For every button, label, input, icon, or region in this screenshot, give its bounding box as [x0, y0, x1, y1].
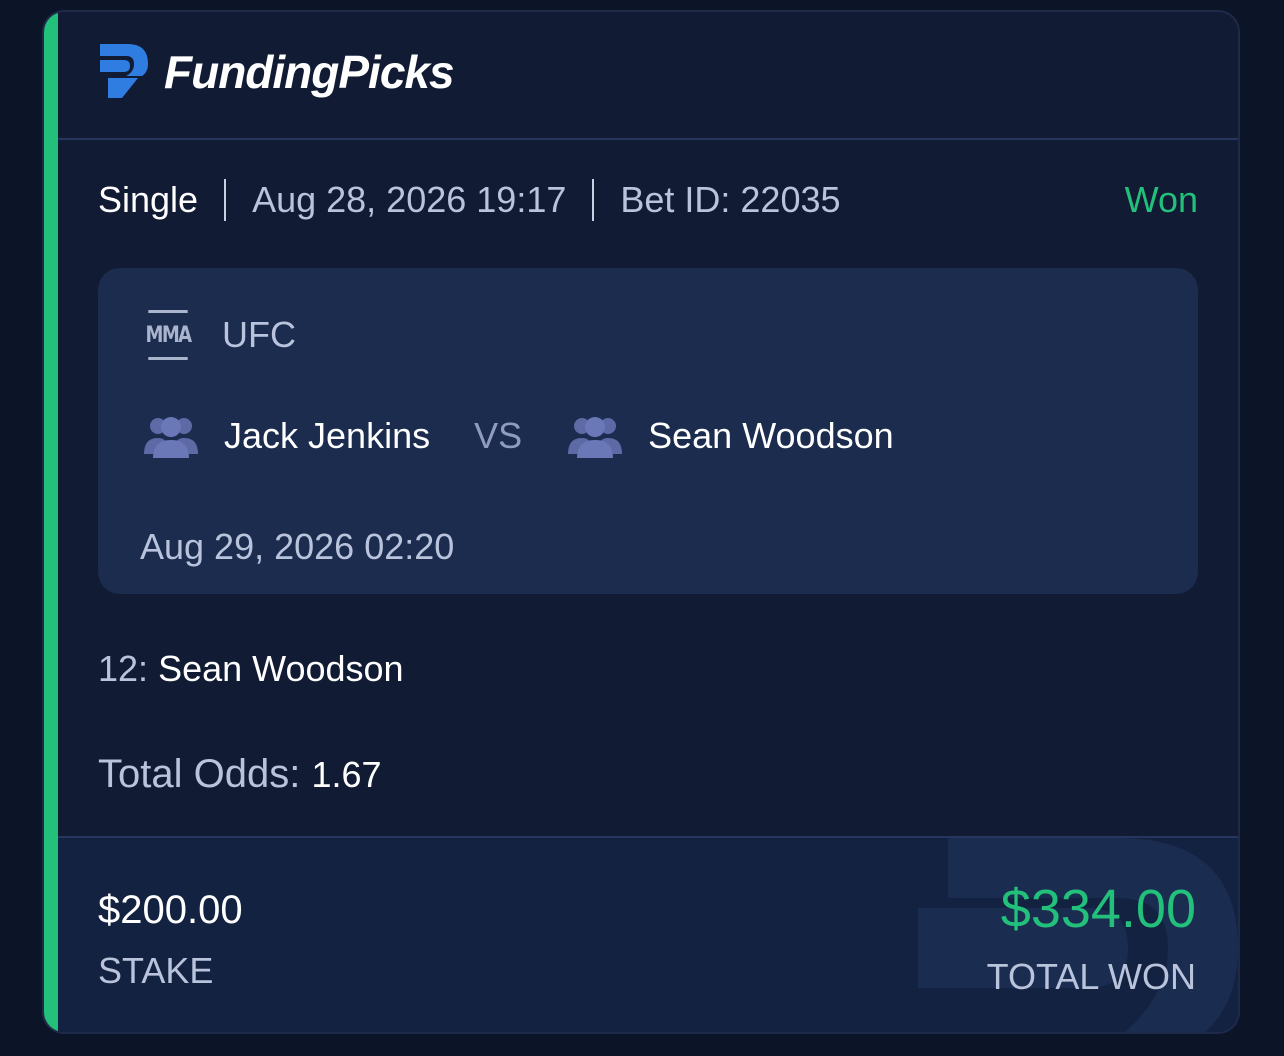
- total-won-label: TOTAL WON: [986, 956, 1196, 997]
- league-row: MMA UFC: [144, 310, 296, 360]
- team-icon: [566, 412, 624, 460]
- fundingpicks-logo-icon: [98, 42, 152, 102]
- matchup-row: Jack Jenkins VS Sean Woodson: [142, 412, 894, 460]
- total-odds-value: 1.67: [311, 754, 382, 795]
- brand-name: FundingPicks: [164, 46, 455, 98]
- divider: [224, 179, 227, 221]
- total-won-amount: $334.00: [1000, 879, 1196, 939]
- league-name: UFC: [222, 314, 296, 355]
- bet-slip-card: FundingPicks Single Aug 28, 2026 19:17 B…: [42, 10, 1240, 1034]
- stake-amount: $200.00: [98, 888, 243, 932]
- mma-icon: MMA: [146, 310, 192, 360]
- selection-label: 12:: [98, 648, 149, 689]
- team1-name: Jack Jenkins: [224, 415, 431, 456]
- bet-type: Single: [98, 179, 199, 220]
- team2-name: Sean Woodson: [648, 415, 894, 456]
- selection-value: Sean Woodson: [158, 648, 404, 689]
- divider: [592, 179, 595, 221]
- total-odds-label: Total Odds:: [98, 752, 301, 796]
- team-icon: [142, 412, 200, 460]
- stake-label: STAKE: [98, 950, 214, 991]
- selection-row: 12: Sean Woodson: [98, 648, 404, 690]
- event-start-time: Aug 29, 2026 02:20: [140, 526, 455, 567]
- event-card[interactable]: MMA UFC Jack Jenkins VS Sean Woodson Aug…: [98, 268, 1198, 594]
- status-accent-bar: [44, 12, 58, 1032]
- card-header: FundingPicks: [58, 12, 1238, 140]
- vs-label: VS: [474, 415, 523, 456]
- brand-logo[interactable]: FundingPicks: [98, 42, 455, 102]
- status-badge: Won: [1124, 179, 1198, 220]
- payout-footer: $200.00 STAKE $334.00 TOTAL WON: [58, 836, 1238, 1032]
- bet-placed-date: Aug 28, 2026 19:17: [252, 179, 567, 220]
- bet-meta-row: Single Aug 28, 2026 19:17 Bet ID: 22035 …: [98, 178, 1198, 222]
- total-odds-row: Total Odds: 1.67: [98, 752, 382, 797]
- bet-id: Bet ID: 22035: [620, 179, 841, 220]
